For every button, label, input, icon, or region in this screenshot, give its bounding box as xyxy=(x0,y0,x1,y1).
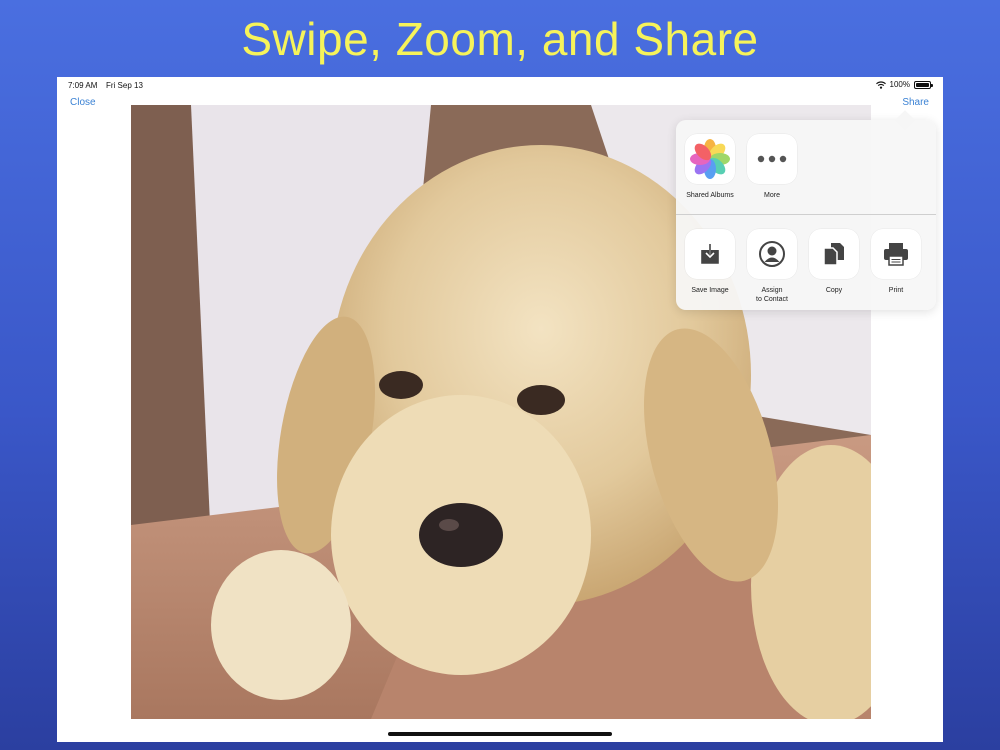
shared-albums-action[interactable]: Shared Albums xyxy=(679,134,741,200)
more-action[interactable]: More xyxy=(741,134,803,200)
status-time: 7:09 AM xyxy=(68,81,98,90)
more-label: More xyxy=(764,192,780,199)
contact-icon xyxy=(759,241,785,267)
copy-label: Copy xyxy=(825,287,843,294)
print-action[interactable]: Print xyxy=(865,229,927,295)
save-image-label: Save Image xyxy=(691,287,729,294)
print-tile xyxy=(871,229,921,279)
shared-albums-label: Shared Albums xyxy=(686,192,734,199)
more-tile xyxy=(747,134,797,184)
home-indicator[interactable] xyxy=(388,732,612,736)
copy-icon xyxy=(823,243,844,266)
assign-to-contact-action[interactable]: Assign to Contact xyxy=(741,229,803,304)
shared-albums-tile xyxy=(685,134,735,184)
close-button[interactable]: Close xyxy=(70,97,96,108)
assign-to-contact-tile xyxy=(747,229,797,279)
status-bar: 7:09 AM Fri Sep 13 100% xyxy=(57,77,943,93)
sheet-divider xyxy=(676,214,936,215)
save-image-icon xyxy=(701,244,719,264)
printer-icon xyxy=(884,243,908,266)
assign-label-line1: Assign xyxy=(761,287,783,294)
save-image-tile xyxy=(685,229,735,279)
status-date: Fri Sep 13 xyxy=(106,81,143,90)
print-label: Print xyxy=(888,287,904,294)
slide-title: Swipe, Zoom, and Share xyxy=(241,13,759,65)
share-sheet: Shared Albums More Save Image Assign to … xyxy=(676,120,936,310)
status-indicators: 100% xyxy=(875,80,933,89)
wifi-icon xyxy=(875,80,886,89)
assign-label-line2: to Contact xyxy=(756,296,788,303)
more-ellipsis-icon xyxy=(757,155,787,163)
copy-action[interactable]: Copy xyxy=(803,229,865,295)
assign-to-contact-label: Assign to Contact xyxy=(741,286,803,304)
photos-pinwheel-icon xyxy=(690,139,730,179)
battery-percent: 100% xyxy=(889,80,910,89)
battery-icon xyxy=(914,80,933,89)
save-image-action[interactable]: Save Image xyxy=(679,229,741,295)
share-button[interactable]: Share xyxy=(902,97,929,108)
ipad-screen: 7:09 AM Fri Sep 13 100% Close Share Shar… xyxy=(57,77,943,742)
copy-tile xyxy=(809,229,859,279)
